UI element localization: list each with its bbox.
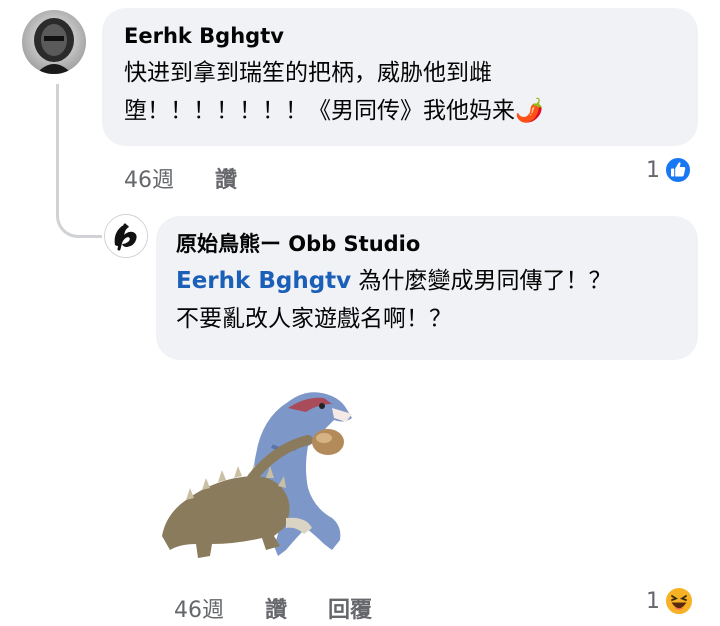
reply-thread-line <box>56 84 102 238</box>
comment-author[interactable]: Eerhk Bghgtv <box>124 22 676 50</box>
comment-time[interactable]: 46週 <box>124 168 174 193</box>
commenter-avatar-image <box>22 10 86 74</box>
reply-reactions[interactable]: 1 <box>646 586 694 616</box>
reply-button[interactable]: 回覆 <box>328 598 372 623</box>
reply-text-line-1-rest: 為什麼變成男同傳了！？ <box>351 268 612 294</box>
comment-reaction-count: 1 <box>646 157 660 183</box>
laughing-emoji-icon <box>664 586 694 616</box>
reply-bubble: 原始鳥熊ー Obb Studio Eerhk Bghgtv 為什麼變成男同傳了！… <box>156 216 698 360</box>
comment-text-line-1: 快进到拿到瑞笙的把柄，威胁他到雌 <box>124 60 492 86</box>
comment-reactions[interactable]: 1 <box>646 156 692 184</box>
replier-avatar[interactable] <box>104 214 148 258</box>
reply-text-line-1: Eerhk Bghgtv 為什麼變成男同傳了！？ <box>176 262 678 300</box>
commenter-avatar[interactable] <box>22 10 86 74</box>
reply-like-button[interactable]: 讚 <box>265 598 287 623</box>
comment-bubble: Eerhk Bghgtv 快进到拿到瑞笙的把柄，威胁他到雌 堕！！！！！！！《男… <box>102 8 698 146</box>
reply-text-line-2: 不要亂改人家遊戲名啊！？ <box>176 306 452 332</box>
dinosaur-sticker-image <box>162 392 352 558</box>
reply-reaction-count: 1 <box>646 588 660 614</box>
thumbs-up-icon <box>664 156 692 184</box>
comment-text: 快进到拿到瑞笙的把柄，威胁他到雌 堕！！！！！！！《男同传》我他妈来🌶️ <box>124 54 676 130</box>
reply-time[interactable]: 46週 <box>174 598 224 623</box>
reply-meta: 46週 讚 回覆 <box>174 592 406 624</box>
reply-author[interactable]: 原始鳥熊ー Obb Studio <box>176 230 678 258</box>
reply-text: Eerhk Bghgtv 為什麼變成男同傳了！？ 不要亂改人家遊戲名啊！？ <box>176 262 678 338</box>
obb-studio-logo-icon <box>105 215 147 257</box>
comment-text-line-2: 堕！！！！！！！《男同传》我他妈来🌶️ <box>124 98 544 124</box>
comment-like-button[interactable]: 讚 <box>215 168 237 193</box>
mention-link[interactable]: Eerhk Bghgtv <box>176 268 351 294</box>
comment-meta: 46週 讚 <box>124 162 271 194</box>
dinosaur-sticker[interactable] <box>156 368 368 574</box>
